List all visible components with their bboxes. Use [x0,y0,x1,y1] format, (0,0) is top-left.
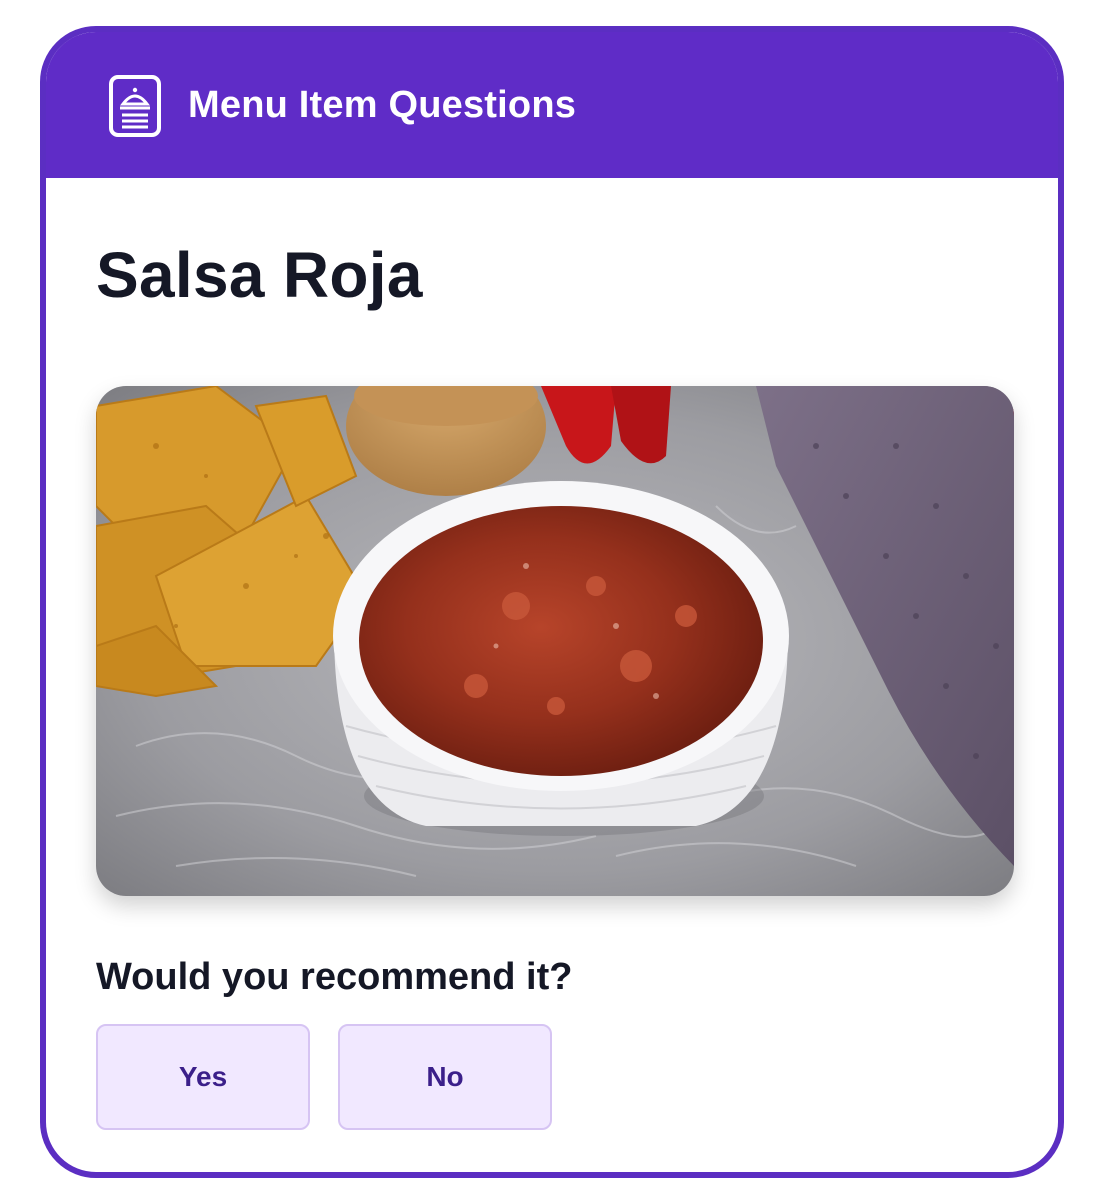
no-button[interactable]: No [338,1024,552,1130]
yes-button[interactable]: Yes [96,1024,310,1130]
question-text: Would you recommend it? [96,956,573,998]
item-title: Salsa Roja [96,239,423,311]
salsa-roja-photo [96,386,1014,896]
header-title: Menu Item Questions [188,84,577,126]
menu-document-icon [109,75,161,137]
card-header: Menu Item Questions [46,32,1058,178]
menu-item-question-card: Menu Item Questions Salsa Roja Would you… [40,26,1064,1178]
